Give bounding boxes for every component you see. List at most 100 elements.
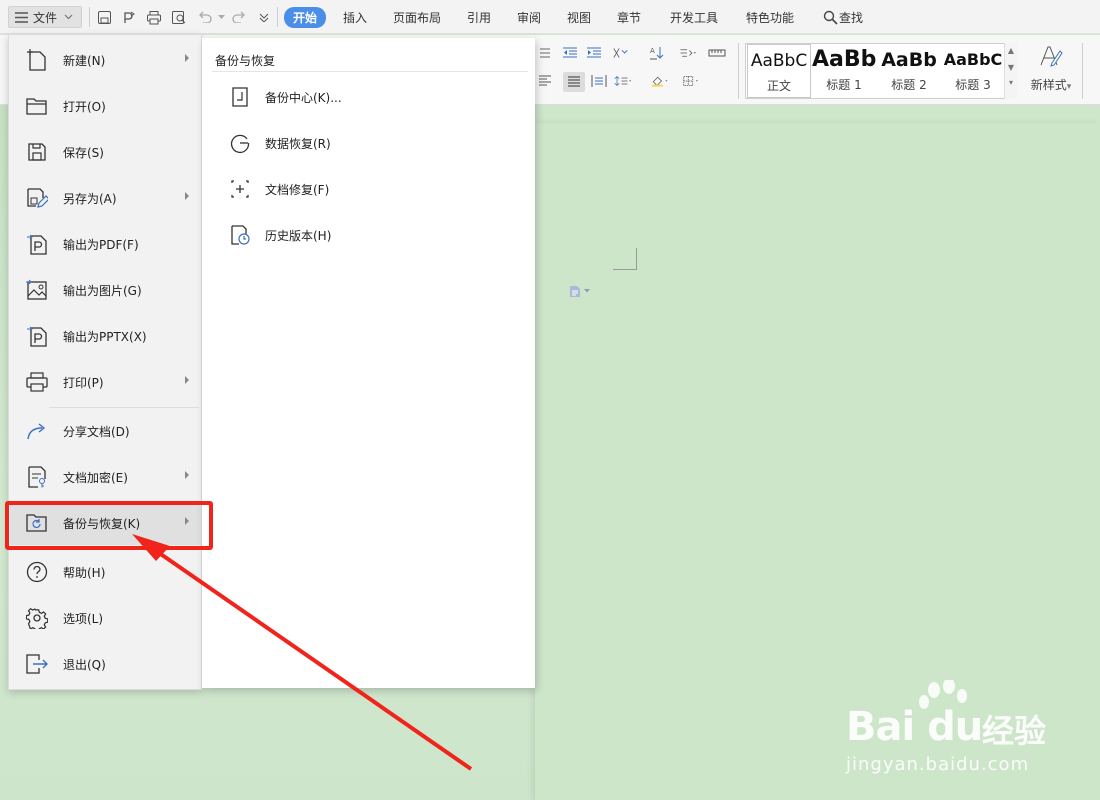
styles-scrollbar[interactable]: ▲ ▼ ▾ [1004,43,1017,99]
save-as-icon [25,186,49,210]
tab-view[interactable]: 视图 [567,9,591,26]
tab-chapter[interactable]: 章节 [617,9,641,26]
menu-item-export-image[interactable]: 输出为图片(G) [10,268,201,312]
submenu-divider [212,71,528,72]
backup-restore-submenu: 备份与恢复 备份中心(K)... 数据恢复(R) 文档修复(F) 历史版本(H) [202,38,535,688]
decrease-indent-icon[interactable] [561,44,579,62]
menu-item-new[interactable]: 新建(N) [10,38,201,82]
new-style-dropdown-icon: ▾ [1066,82,1072,92]
customize-toolbar-icon[interactable] [255,8,273,26]
menu-item-exit[interactable]: 退出(Q) [10,642,201,686]
file-menu-button[interactable]: 文件 [8,6,82,28]
menu-item-options[interactable]: 选项(L) [10,596,201,640]
submenu-arrow-icon [185,471,189,479]
scroll-down-icon[interactable]: ▼ [1005,63,1017,72]
align-left-icon[interactable] [536,72,554,90]
submenu-item-backup-center[interactable]: 备份中心(K)... [228,82,508,112]
baidu-logo-text: Bai du [846,704,983,750]
menu-item-label: 打开(O) [63,99,106,114]
paragraph-spacing-icon[interactable] [614,72,632,90]
hamburger-icon [15,11,28,23]
file-menu: 新建(N) 打开(O) 保存(S) 另存为(A) 输出为PDF(F) 输出为图片… [8,34,202,690]
submenu-item-history-version[interactable]: 历史版本(H) [228,220,508,250]
divider [738,43,739,99]
bullet-list-icon[interactable] [536,44,554,62]
menu-item-export-pptx[interactable]: 输出为PPTX(X) [10,314,201,358]
tab-home[interactable]: 开始 [284,7,327,28]
menu-item-encrypt[interactable]: 文档加密(E) [10,455,201,499]
menu-item-open[interactable]: 打开(O) [10,84,201,128]
redo-icon[interactable] [230,8,248,26]
menu-item-save-as[interactable]: 另存为(A) [10,176,201,220]
text-direction-icon[interactable] [612,44,630,62]
new-style-label: 新样式 [1030,78,1067,92]
new-doc-icon [25,48,49,72]
svg-text:A: A [650,47,655,55]
increase-indent-icon[interactable] [585,44,603,62]
submenu-item-doc-repair[interactable]: 文档修复(F) [228,174,508,204]
menu-item-label: 选项(L) [63,611,104,626]
submenu-arrow-icon [185,376,189,384]
new-style-button[interactable]: 新样式▾ [1026,45,1076,97]
export-icon[interactable] [120,8,138,26]
tab-review[interactable]: 审阅 [517,9,541,26]
backup-center-icon [228,85,252,109]
submenu-item-label: 数据恢复(R) [265,136,331,151]
tab-insert[interactable]: 插入 [343,9,367,26]
style-label: 标题 1 [826,78,862,92]
style-heading-2[interactable]: AaBb 标题 2 [877,44,941,98]
print-preview-icon[interactable] [170,8,188,26]
style-heading-3[interactable]: AaBbC 标题 3 [942,44,1004,98]
file-menu-label: 文件 [33,10,58,25]
submenu-item-data-recovery[interactable]: 数据恢复(R) [228,128,508,158]
search-label[interactable]: 查找 [839,9,863,26]
justify-icon[interactable] [563,72,585,92]
chevron-down-icon [584,289,590,293]
paragraph-layout-button[interactable] [569,284,599,298]
style-normal[interactable]: AaBbC 正文 [747,44,811,98]
expand-gallery-icon[interactable]: ▾ [1005,78,1017,87]
tab-developer-tools[interactable]: 开发工具 [670,9,718,26]
search-icon[interactable] [821,8,839,26]
menu-item-label: 退出(Q) [63,657,106,672]
menu-item-label: 帮助(H) [63,565,106,580]
menu-divider [49,407,199,408]
menu-item-save[interactable]: 保存(S) [10,130,201,174]
divider [1082,43,1083,99]
tab-page-layout[interactable]: 页面布局 [393,9,441,26]
style-label: 标题 2 [891,78,927,92]
tab-special-features[interactable]: 特色功能 [746,9,794,26]
submenu-arrow-icon [185,192,189,200]
submenu-title: 备份与恢复 [215,54,276,68]
menu-item-share[interactable]: 分享文档(D) [10,409,201,453]
quick-save-icon[interactable] [95,8,113,26]
menu-item-label: 输出为PDF(F) [63,237,139,252]
print-icon[interactable] [145,8,163,26]
encrypt-icon [25,465,49,489]
menu-item-export-pdf[interactable]: 输出为PDF(F) [10,222,201,266]
divider [89,7,90,27]
menu-item-help[interactable]: 帮助(H) [10,550,201,594]
borders-icon[interactable] [683,72,701,90]
chevron-down-icon [64,14,73,20]
open-folder-icon [25,94,49,118]
scroll-up-icon[interactable]: ▲ [1005,46,1017,55]
new-style-icon [1040,46,1063,67]
data-recovery-icon [228,131,252,155]
menu-item-print[interactable]: 打印(P) [10,360,201,404]
undo-dropdown-icon[interactable] [212,8,230,26]
line-spacing-icon[interactable] [678,44,696,62]
distribute-icon[interactable] [590,72,608,90]
shading-icon[interactable] [651,72,669,90]
exit-icon [25,652,49,676]
style-heading-1[interactable]: AaBb 标题 1 [812,44,876,98]
menu-item-label: 输出为图片(G) [63,283,142,298]
baidu-jingyan-watermark: Bai du 经验 jingyan.baidu.com [846,680,1076,780]
tab-references[interactable]: 引用 [467,9,491,26]
ruler-icon[interactable] [708,44,726,62]
menu-item-label: 另存为(A) [63,191,117,206]
jingyan-text: 经验 [982,712,1047,750]
menu-item-label: 保存(S) [63,145,104,160]
sort-icon[interactable]: A [648,44,666,62]
menu-item-label: 新建(N) [63,53,106,68]
